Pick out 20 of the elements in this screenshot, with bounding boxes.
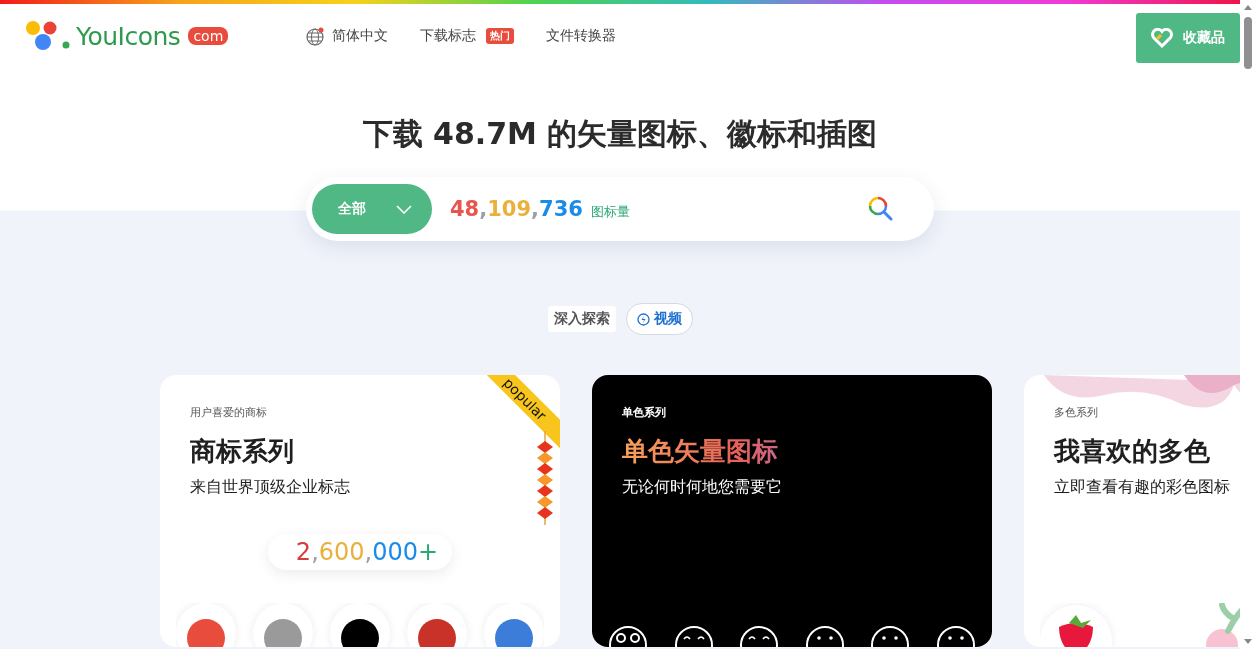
page-headline: 下载 48.7M 的矢量图标、徽标和插图 — [361, 115, 879, 153]
search-bar[interactable]: 全部 48,109,736 图标量 — [306, 177, 934, 241]
video-link[interactable]: 视频 — [625, 303, 693, 335]
logo-wordmark[interactable]: YouIcons — [76, 21, 181, 51]
icon-count: 48,109,736 — [450, 197, 583, 221]
card-eyebrow: 多色系列 — [1054, 405, 1099, 420]
card-title[interactable]: 我喜欢的多色 — [1054, 434, 1240, 469]
nav-link[interactable]: 下载标志 热门 — [420, 27, 514, 45]
nav-link[interactable]: 文件转换器 — [546, 27, 616, 45]
explore-label: 深入探索 — [547, 306, 616, 332]
card-eyebrow: 单色系列 — [622, 405, 667, 420]
card-subtitle: 来自世界顶级企业标志 — [190, 477, 351, 498]
hot-badge: 热门 — [486, 28, 514, 44]
card-subtitle: 立即查看有趣的彩色图标 — [1054, 477, 1231, 498]
logo-domain-badge: com — [188, 27, 229, 45]
card-subtitle: 无论何时何地您需要它 — [622, 477, 783, 498]
nav-link[interactable]: 简体中文 — [306, 26, 388, 46]
card-title[interactable]: 商标系列 — [190, 434, 530, 469]
logo-count: 2,600,000+ — [267, 534, 453, 570]
icon-count-label: 图标量 — [590, 203, 630, 221]
